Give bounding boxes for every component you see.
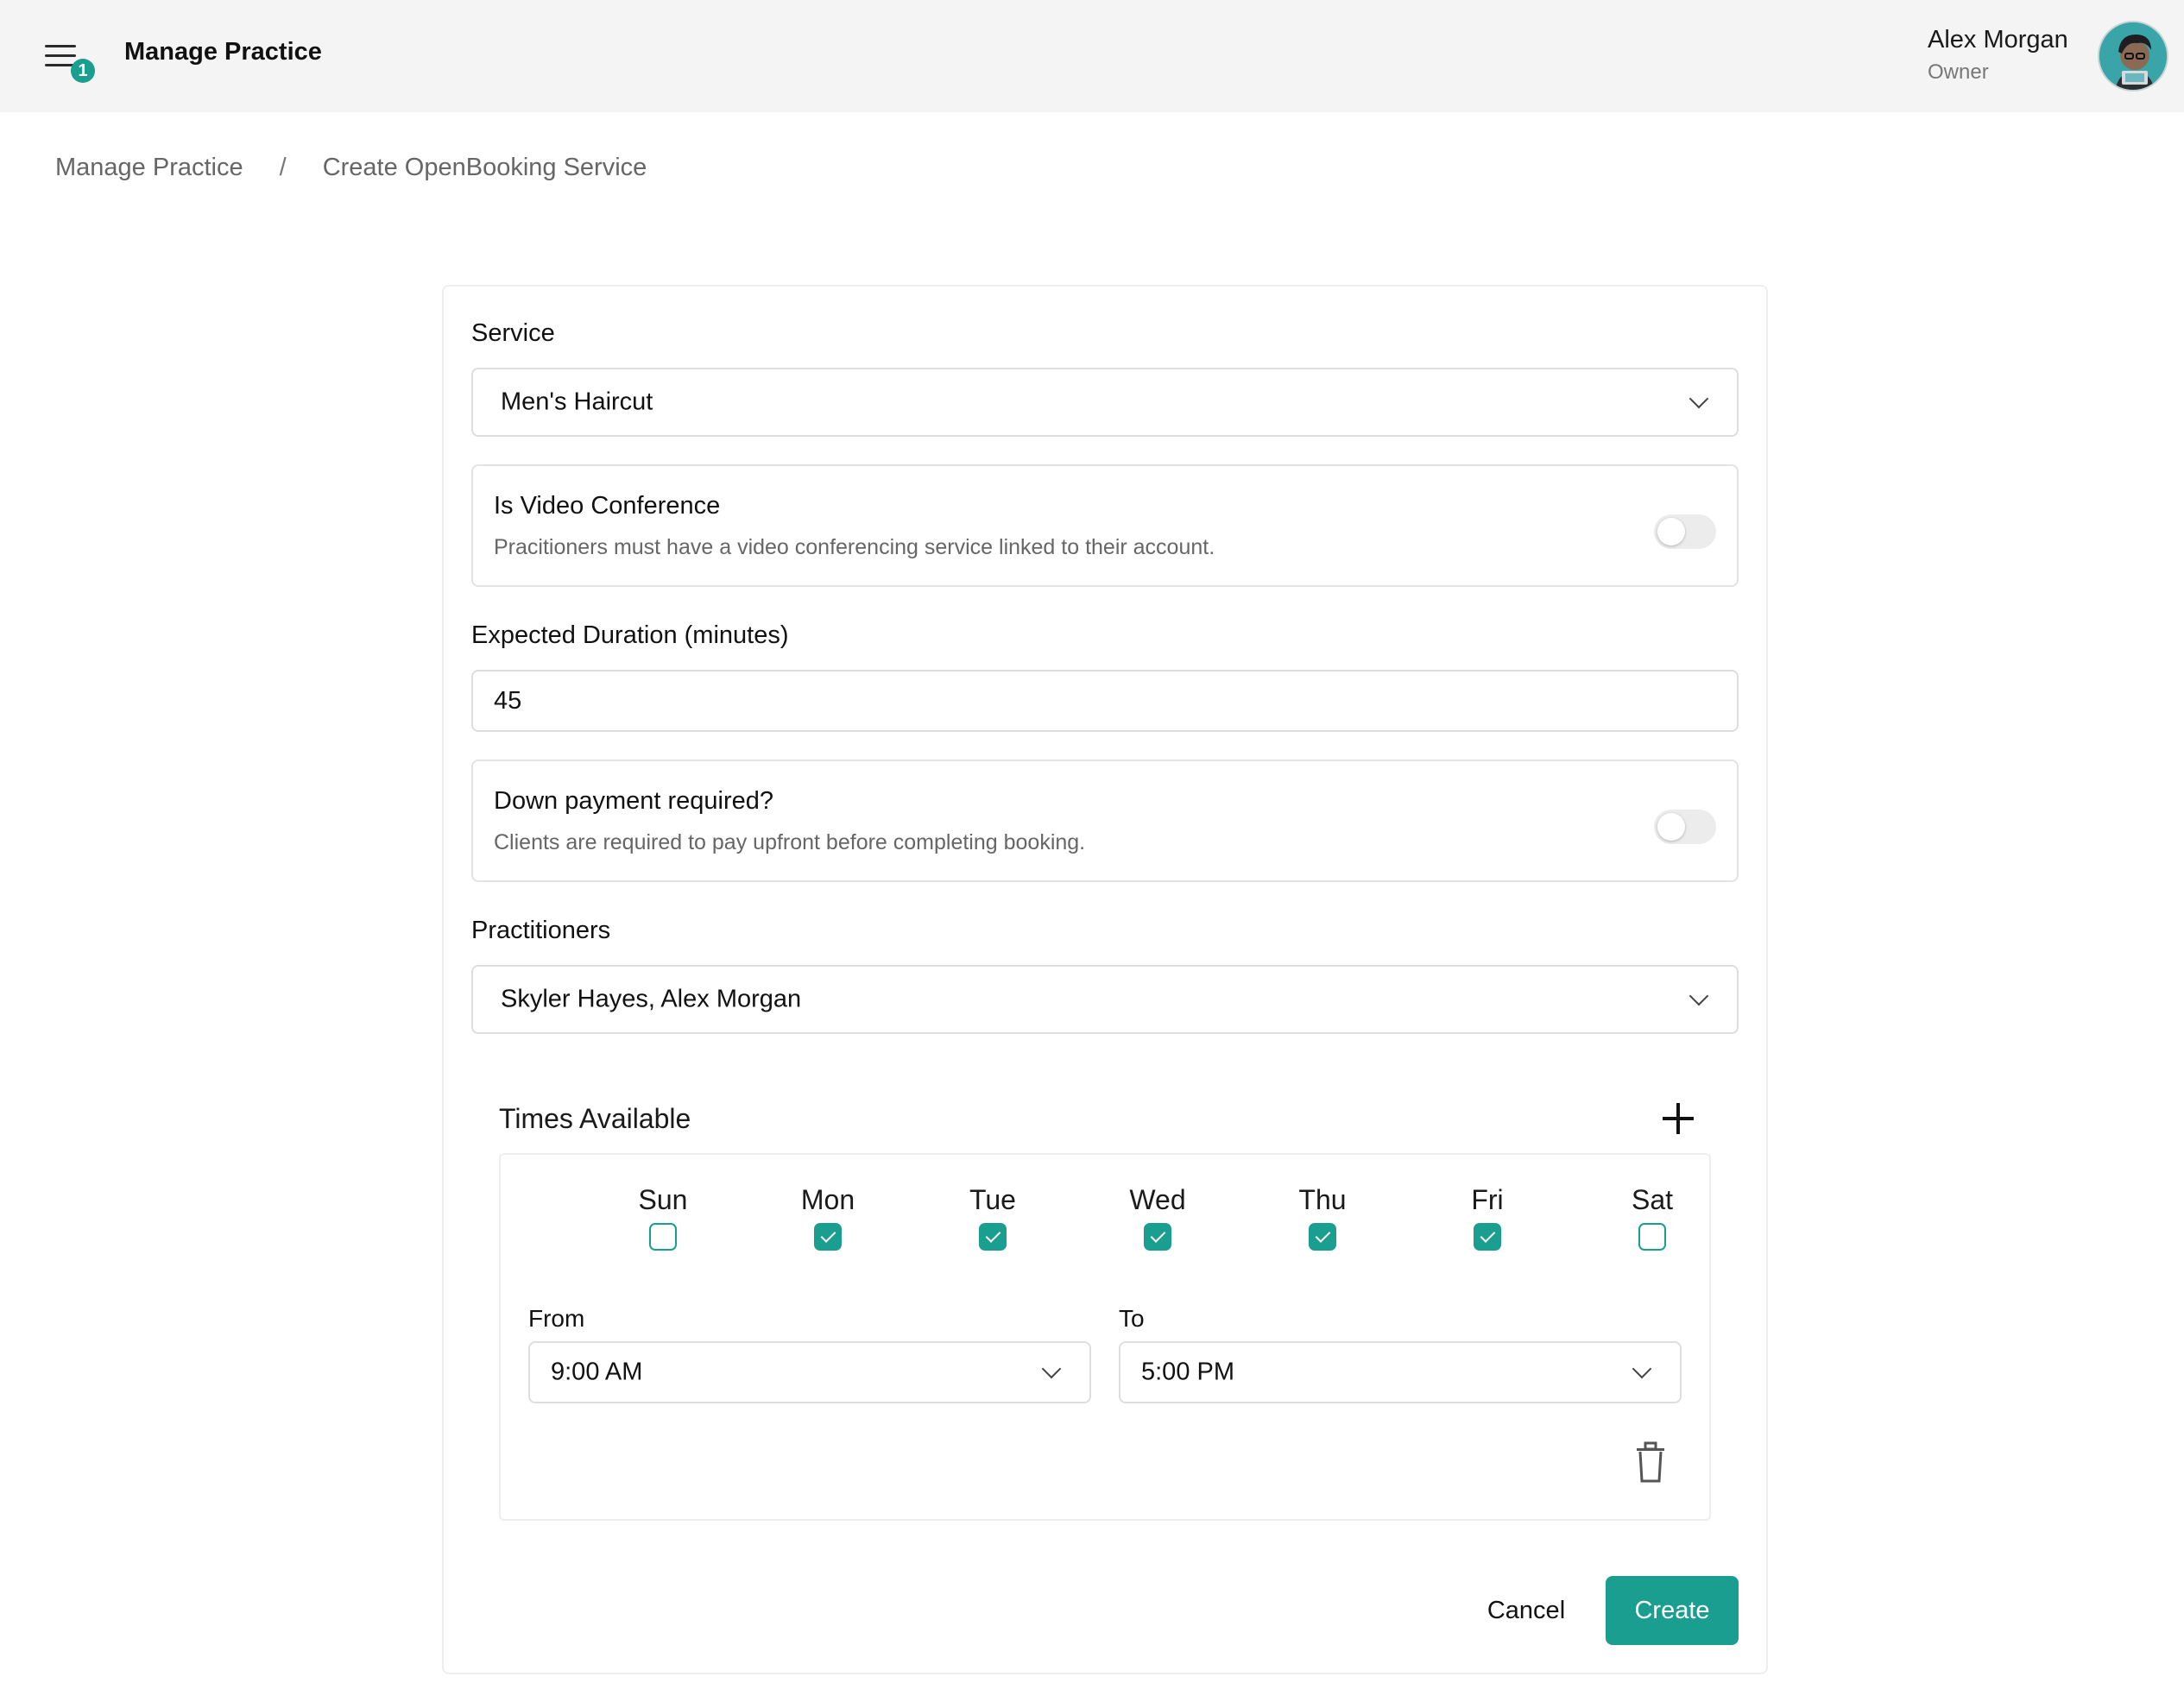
cancel-button[interactable]: Cancel <box>1474 1576 1578 1645</box>
from-time-select[interactable]: 9:00 AM <box>528 1341 1091 1403</box>
day-label: Tue <box>969 1184 1016 1215</box>
chevron-down-icon <box>1688 986 1709 1006</box>
video-conference-description: Pracitioners must have a video conferenc… <box>494 535 1215 559</box>
day-tue: Tue <box>941 1184 1045 1251</box>
day-label: Thu <box>1298 1184 1347 1215</box>
day-wed: Wed <box>1106 1184 1209 1251</box>
day-checkbox-fri[interactable] <box>1474 1223 1501 1251</box>
user-name: Alex Morgan <box>1928 26 2068 54</box>
trash-icon[interactable] <box>1633 1441 1668 1483</box>
day-fri: Fri <box>1436 1184 1539 1251</box>
breadcrumb-separator: / <box>279 154 287 181</box>
day-checkbox-wed[interactable] <box>1144 1223 1171 1251</box>
day-checkbox-sat[interactable] <box>1638 1223 1666 1251</box>
down-payment-toggle[interactable] <box>1654 810 1716 844</box>
times-available-title: Times Available <box>499 1103 691 1134</box>
duration-input[interactable] <box>471 670 1739 732</box>
day-thu: Thu <box>1271 1184 1374 1251</box>
to-time-value: 5:00 PM <box>1141 1358 1234 1386</box>
avatar[interactable] <box>2098 21 2168 91</box>
day-checkbox-tue[interactable] <box>979 1223 1007 1251</box>
time-slot: Sun Mon Tue Wed Thu Fri Sat From 9:00 AM… <box>499 1153 1711 1521</box>
breadcrumb: Manage Practice / Create OpenBooking Ser… <box>55 154 647 182</box>
duration-label: Expected Duration (minutes) <box>471 621 789 649</box>
to-time-select[interactable]: 5:00 PM <box>1119 1341 1682 1403</box>
service-value: Men's Haircut <box>501 388 653 416</box>
video-conference-setting: Is Video Conference Pracitioners must ha… <box>471 464 1739 587</box>
day-checkbox-thu[interactable] <box>1309 1223 1336 1251</box>
add-time-slot-icon[interactable] <box>1663 1103 1694 1134</box>
day-sat: Sat <box>1600 1184 1704 1251</box>
day-sun: Sun <box>611 1184 715 1251</box>
top-bar: 1 Manage Practice Alex Morgan Owner <box>0 0 2184 112</box>
service-select[interactable]: Men's Haircut <box>471 368 1739 437</box>
day-label: Sat <box>1631 1184 1674 1215</box>
from-label: From <box>528 1305 585 1332</box>
video-conference-title: Is Video Conference <box>494 492 721 520</box>
practitioners-value: Skyler Hayes, Alex Morgan <box>501 985 802 1013</box>
day-label: Fri <box>1471 1184 1504 1215</box>
practitioners-label: Practitioners <box>471 917 611 944</box>
down-payment-description: Clients are required to pay upfront befo… <box>494 830 1086 854</box>
day-label: Mon <box>800 1184 855 1215</box>
chevron-down-icon <box>1041 1358 1062 1379</box>
down-payment-setting: Down payment required? Clients are requi… <box>471 760 1739 882</box>
service-label: Service <box>471 319 555 347</box>
chevron-down-icon <box>1632 1358 1652 1379</box>
user-role: Owner <box>1928 60 1989 84</box>
to-label: To <box>1119 1305 1145 1332</box>
video-conference-toggle[interactable] <box>1654 514 1716 549</box>
day-checkbox-sun[interactable] <box>649 1223 677 1251</box>
day-checkbox-mon[interactable] <box>814 1223 842 1251</box>
chevron-down-icon <box>1688 388 1709 409</box>
day-label: Wed <box>1129 1184 1186 1215</box>
day-mon: Mon <box>776 1184 880 1251</box>
day-label: Sun <box>638 1184 688 1215</box>
app-title: Manage Practice <box>124 38 322 66</box>
breadcrumb-manage-practice[interactable]: Manage Practice <box>55 154 243 182</box>
down-payment-title: Down payment required? <box>494 787 774 815</box>
from-time-value: 9:00 AM <box>551 1358 643 1386</box>
create-button[interactable]: Create <box>1606 1576 1739 1645</box>
practitioners-select[interactable]: Skyler Hayes, Alex Morgan <box>471 965 1739 1034</box>
notification-badge: 1 <box>71 59 95 83</box>
breadcrumb-current: Create OpenBooking Service <box>322 154 647 181</box>
